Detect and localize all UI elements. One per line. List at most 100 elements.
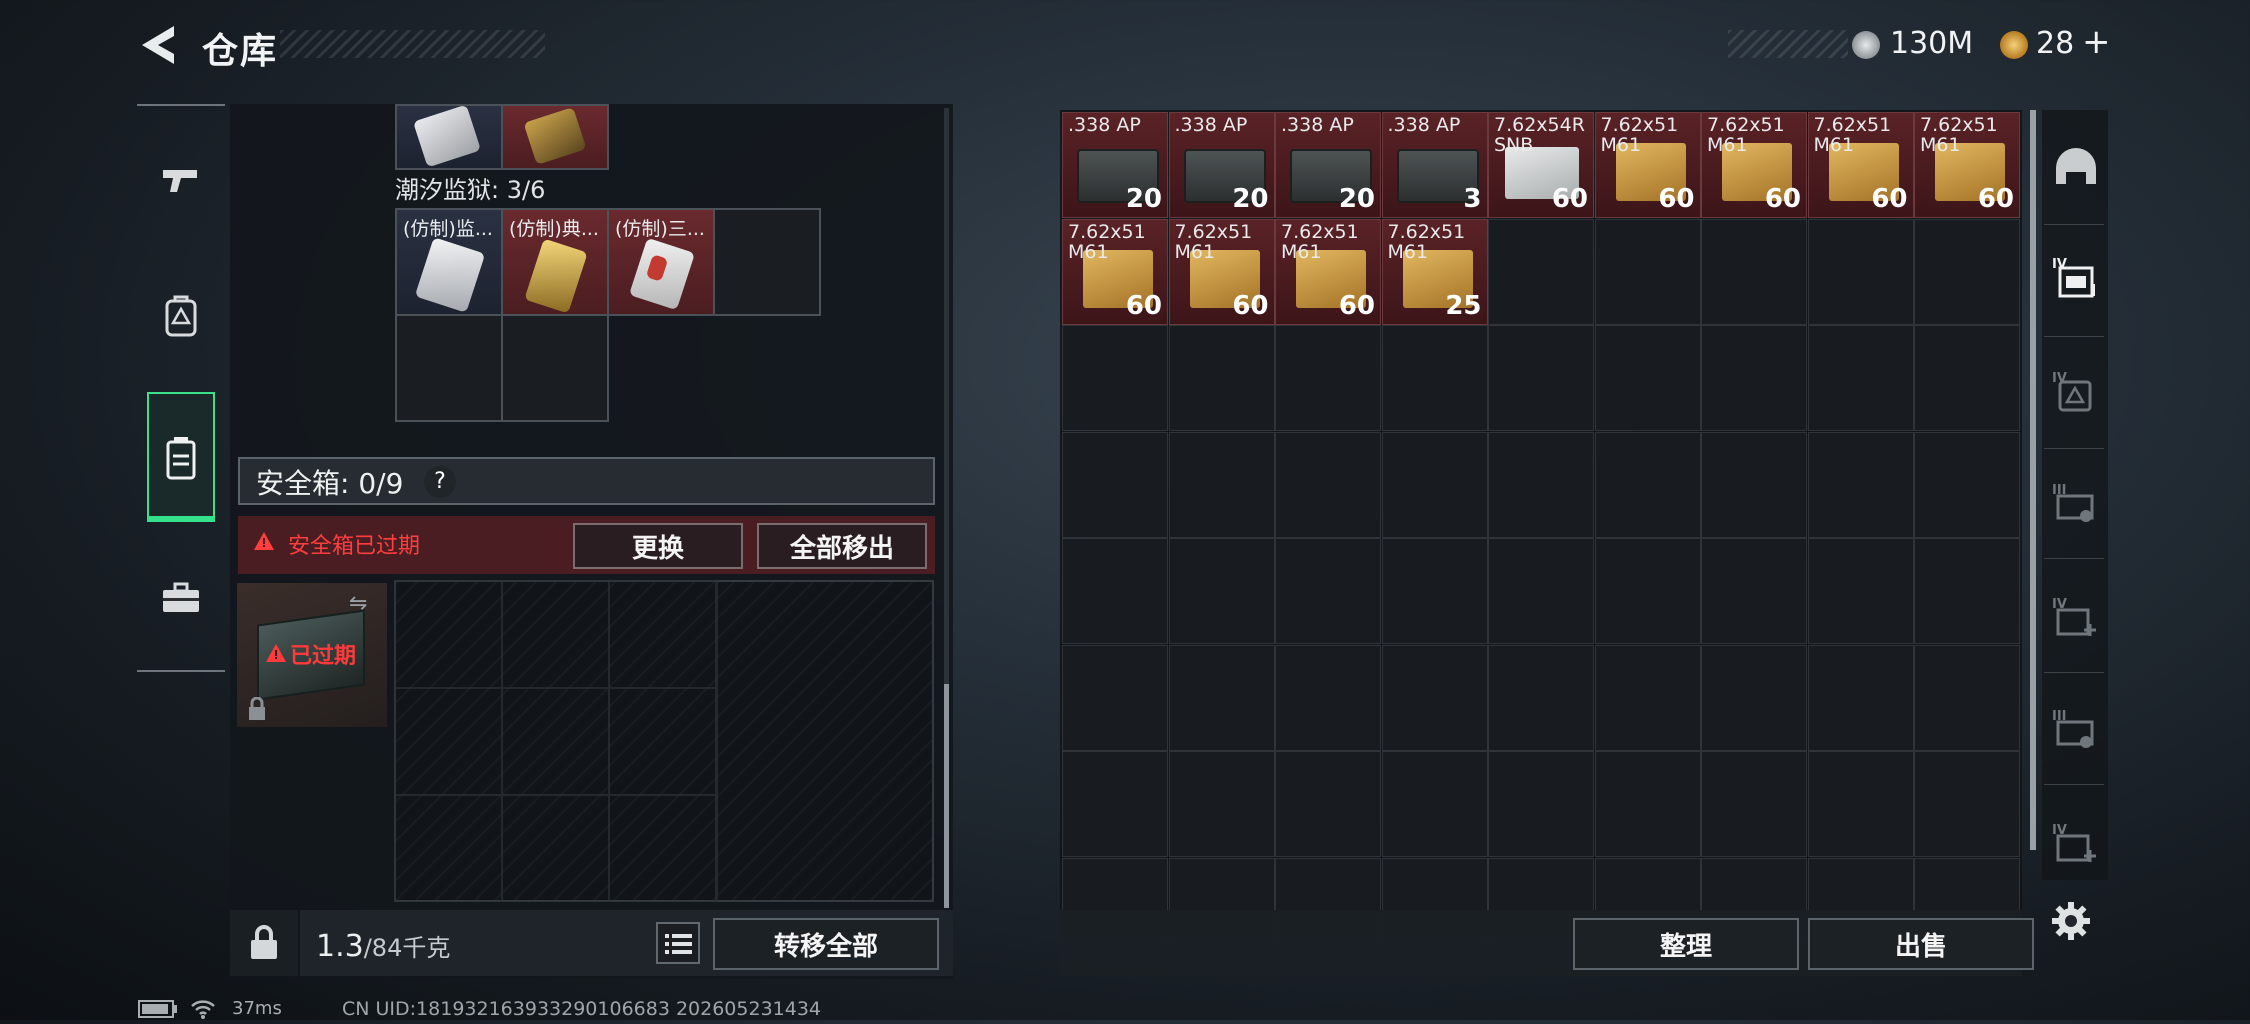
storage-cell[interactable] xyxy=(1488,431,1594,538)
storage-cell[interactable] xyxy=(1594,751,1701,857)
storage-cell[interactable] xyxy=(1488,218,1594,325)
inventory-slot[interactable]: (仿制)典... xyxy=(501,208,609,316)
ammo-item[interactable]: 7.62x54R SNB 60 xyxy=(1488,112,1594,218)
left-scrollbar[interactable] xyxy=(944,684,949,908)
nav-chest-rig[interactable] xyxy=(147,282,215,350)
ammo-item[interactable]: 7.62x51 M61 60 xyxy=(1168,218,1275,325)
inventory-slot[interactable] xyxy=(501,314,609,422)
settings-button[interactable] xyxy=(2050,900,2092,946)
filter-dsa-iii-2[interactable]: III xyxy=(2052,706,2100,754)
storage-cell[interactable] xyxy=(1062,644,1168,751)
storage-scrollbar[interactable] xyxy=(2030,110,2036,850)
storage-cell[interactable] xyxy=(1275,325,1381,431)
ammo-item[interactable]: .338 AP 20 xyxy=(1062,112,1168,218)
storage-cell[interactable] xyxy=(1488,751,1594,857)
settings-icon xyxy=(2052,902,2090,940)
ammo-name: 7.62x51 M61 xyxy=(1813,114,1892,156)
sort-button[interactable]: 整理 xyxy=(1573,918,1799,970)
storage-cell[interactable] xyxy=(1914,538,2020,644)
storage-cell[interactable] xyxy=(1381,431,1488,538)
storage-cell[interactable] xyxy=(1914,431,2020,538)
storage-cell[interactable] xyxy=(1062,751,1168,857)
storage-cell[interactable] xyxy=(1062,325,1168,431)
lock-button[interactable] xyxy=(230,910,298,976)
storage-cell[interactable] xyxy=(1381,538,1488,644)
storage-cell[interactable] xyxy=(1594,538,1701,644)
back-button[interactable] xyxy=(138,22,182,68)
page-title: 仓库 xyxy=(202,31,279,72)
storage-cell[interactable] xyxy=(1275,644,1381,751)
storage-cell[interactable] xyxy=(1168,538,1275,644)
storage-cell[interactable] xyxy=(1914,218,2020,325)
storage-cell[interactable] xyxy=(1701,644,1807,751)
storage-cell[interactable] xyxy=(1807,218,1914,325)
ammo-item[interactable]: 7.62x51 M61 60 xyxy=(1807,112,1914,218)
storage-cell[interactable] xyxy=(1594,325,1701,431)
filter-medkit-iv[interactable]: IV xyxy=(2052,594,2100,642)
ammo-item[interactable]: 7.62x51 M61 60 xyxy=(1914,112,2020,218)
storage-cell[interactable] xyxy=(1275,431,1381,538)
storage-cell[interactable] xyxy=(1594,431,1701,538)
storage-cell[interactable] xyxy=(1168,325,1275,431)
storage-cell[interactable] xyxy=(1807,325,1914,431)
nav-case[interactable] xyxy=(147,564,215,632)
add-currency-button[interactable]: + xyxy=(2082,22,2111,62)
case-icon xyxy=(163,582,199,612)
storage-cell[interactable] xyxy=(1488,538,1594,644)
filter-helmet[interactable] xyxy=(2052,144,2100,192)
filter-backpack-iv[interactable]: IV xyxy=(2052,368,2100,416)
storage-cell[interactable] xyxy=(1701,431,1807,538)
storage-cell[interactable] xyxy=(1914,644,2020,751)
storage-cell[interactable] xyxy=(1701,751,1807,857)
inventory-slot[interactable] xyxy=(395,314,503,422)
storage-cell[interactable] xyxy=(1807,538,1914,644)
storage-cell[interactable] xyxy=(1381,325,1488,431)
storage-cell[interactable] xyxy=(1168,431,1275,538)
transfer-all-button[interactable]: 转移全部 xyxy=(713,918,939,970)
ammo-item[interactable]: 7.62x51 M61 60 xyxy=(1062,218,1168,325)
swap-icon[interactable]: ⇋ xyxy=(349,591,367,616)
inventory-slot[interactable]: (仿制)三... xyxy=(607,208,715,316)
storage-cell[interactable] xyxy=(1701,325,1807,431)
sell-button[interactable]: 出售 xyxy=(1808,918,2034,970)
storage-cell[interactable] xyxy=(1914,751,2020,857)
storage-cell[interactable] xyxy=(1062,538,1168,644)
storage-cell[interactable] xyxy=(1168,644,1275,751)
storage-cell[interactable] xyxy=(1914,325,2020,431)
inventory-slot[interactable] xyxy=(501,104,609,170)
storage-cell[interactable] xyxy=(1807,751,1914,857)
ammo-item[interactable]: .338 AP 20 xyxy=(1168,112,1275,218)
ammo-item[interactable]: .338 AP 20 xyxy=(1275,112,1381,218)
storage-cell[interactable] xyxy=(1062,431,1168,538)
storage-cell[interactable] xyxy=(1381,644,1488,751)
storage-cell[interactable] xyxy=(1594,644,1701,751)
ammo-item[interactable]: 7.62x51 M61 60 xyxy=(1701,112,1807,218)
storage-cell[interactable] xyxy=(1381,751,1488,857)
list-view-button[interactable] xyxy=(656,922,700,964)
storage-cell[interactable] xyxy=(1488,644,1594,751)
storage-cell[interactable] xyxy=(1168,751,1275,857)
nav-backpack[interactable] xyxy=(147,424,215,492)
filter-dsa-iii[interactable]: III xyxy=(2052,480,2100,528)
storage-cell[interactable] xyxy=(1701,218,1807,325)
storage-cell[interactable] xyxy=(1807,644,1914,751)
storage-cell[interactable] xyxy=(1275,751,1381,857)
filter-vest-iv[interactable]: IV xyxy=(2052,254,2100,302)
nav-weapons[interactable] xyxy=(147,145,215,213)
ammo-item[interactable]: 7.62x51 M61 60 xyxy=(1275,218,1381,325)
inventory-slot[interactable] xyxy=(713,208,821,316)
storage-cell[interactable] xyxy=(1488,325,1594,431)
help-button[interactable]: ? xyxy=(424,466,456,498)
replace-button[interactable]: 更换 xyxy=(573,523,743,569)
inventory-slot[interactable] xyxy=(395,104,503,170)
filter-medkit-iv-2[interactable]: IV xyxy=(2052,820,2100,868)
ammo-item[interactable]: 7.62x51 M61 60 xyxy=(1594,112,1701,218)
storage-cell[interactable] xyxy=(1275,538,1381,644)
inventory-slot[interactable]: (仿制)监... xyxy=(395,208,503,316)
ammo-item[interactable]: .338 AP 3 xyxy=(1381,112,1488,218)
storage-cell[interactable] xyxy=(1807,431,1914,538)
ammo-item[interactable]: 7.62x51 M61 25 xyxy=(1381,218,1488,325)
storage-cell[interactable] xyxy=(1701,538,1807,644)
storage-cell[interactable] xyxy=(1594,218,1701,325)
remove-all-button[interactable]: 全部移出 xyxy=(757,523,927,569)
